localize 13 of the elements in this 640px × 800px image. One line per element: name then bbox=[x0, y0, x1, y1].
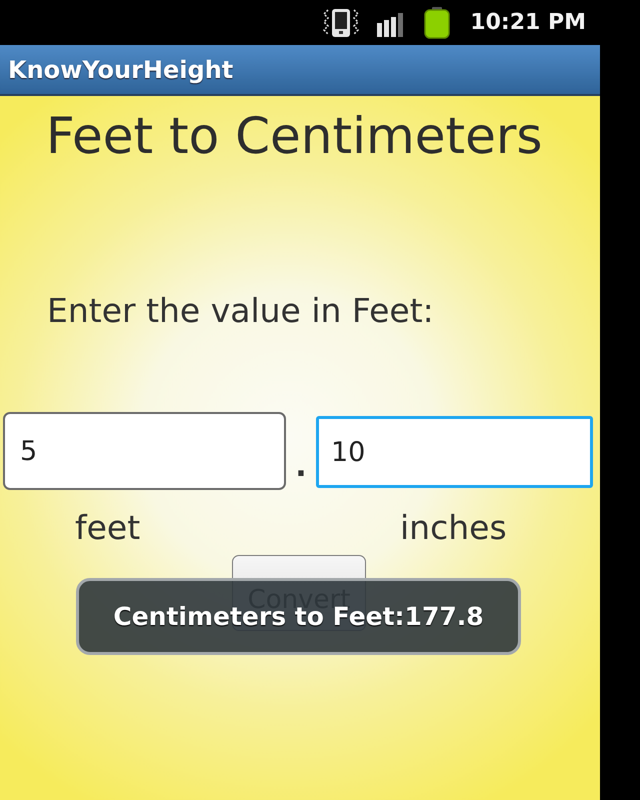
toast-text: Centimeters to Feet:177.8 bbox=[113, 602, 484, 631]
feet-unit-label: feet bbox=[75, 508, 142, 548]
decimal-separator: . bbox=[294, 448, 308, 482]
battery-icon bbox=[424, 6, 450, 38]
prompt-label: Enter the value in Feet: bbox=[47, 291, 435, 331]
signal-bars-icon bbox=[377, 12, 406, 36]
feet-input-field[interactable]: 5 bbox=[3, 412, 286, 490]
inches-input-field[interactable]: 10 bbox=[316, 416, 593, 488]
vibrate-phone-icon bbox=[322, 8, 360, 38]
inches-unit-label: inches bbox=[400, 508, 508, 548]
heading: Feet to Centimeters bbox=[46, 106, 544, 166]
app-title: KnowYourHeight bbox=[8, 56, 234, 84]
status-time: 10:21 PM bbox=[470, 10, 586, 35]
